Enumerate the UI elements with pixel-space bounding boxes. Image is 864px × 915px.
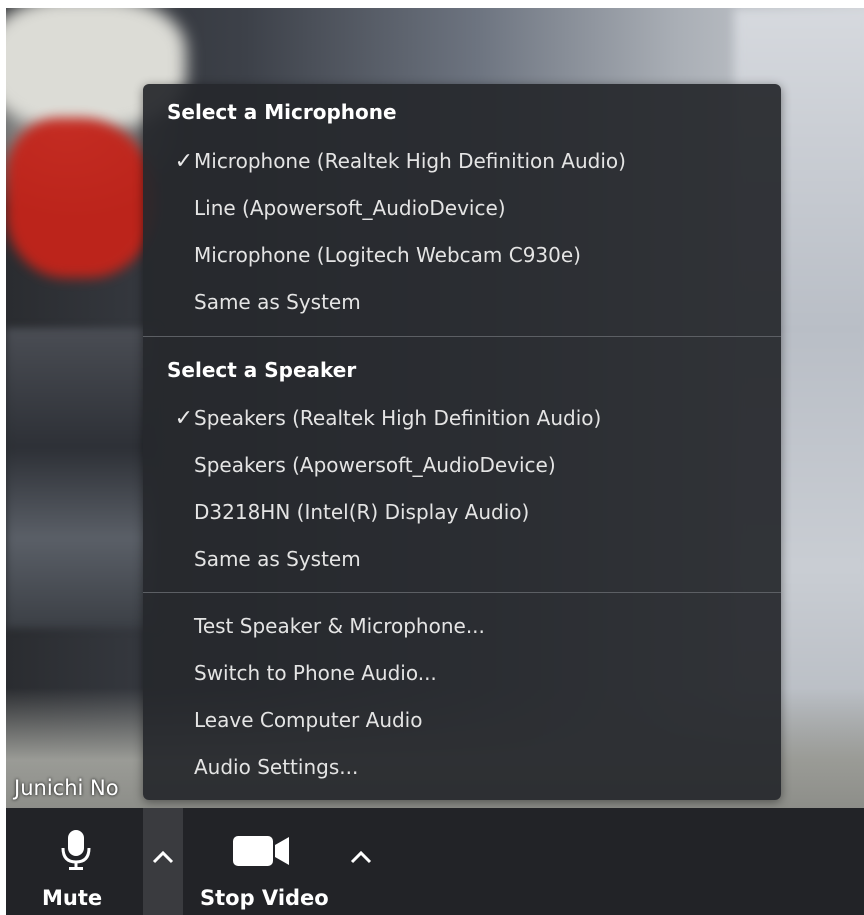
microphone-section-title: Select a Microphone <box>167 100 397 124</box>
speaker-option[interactable]: D3218HN (Intel(R) Display Audio) <box>143 490 781 534</box>
microphone-option[interactable]: Microphone (Logitech Webcam C930e) <box>143 233 781 277</box>
meeting-toolbar: Mute Stop Video <box>6 808 864 915</box>
microphone-icon <box>61 830 91 870</box>
video-background-shape <box>6 118 156 278</box>
microphone-option[interactable]: Line (Apowersoft_AudioDevice) <box>143 186 781 230</box>
video-camera-icon <box>233 836 289 866</box>
speaker-option[interactable]: ✓ Speakers (Realtek High Definition Audi… <box>143 396 781 440</box>
microphone-option-label: Microphone (Logitech Webcam C930e) <box>194 243 581 267</box>
speaker-option-label: D3218HN (Intel(R) Display Audio) <box>194 500 530 524</box>
speaker-option-label: Speakers (Realtek High Definition Audio) <box>194 406 602 430</box>
stop-video-button[interactable]: Stop Video <box>196 808 329 915</box>
microphone-option[interactable]: Same as System <box>143 280 781 324</box>
speaker-option[interactable]: Same as System <box>143 537 781 581</box>
participant-name-label: Junichi No <box>14 776 119 800</box>
speaker-option[interactable]: Speakers (Apowersoft_AudioDevice) <box>143 443 781 487</box>
stop-video-label: Stop Video <box>200 886 329 910</box>
speaker-option-label: Same as System <box>194 547 361 571</box>
audio-options-menu: Select a Microphone ✓ Microphone (Realte… <box>143 84 781 800</box>
check-icon: ✓ <box>174 148 193 174</box>
microphone-option[interactable]: ✓ Microphone (Realtek High Definition Au… <box>143 139 781 183</box>
speaker-section-title: Select a Speaker <box>167 358 357 382</box>
video-options-button[interactable] <box>341 808 381 915</box>
speaker-option-label: Speakers (Apowersoft_AudioDevice) <box>194 453 556 477</box>
microphone-option-label: Line (Apowersoft_AudioDevice) <box>194 196 506 220</box>
switch-to-phone-audio-item[interactable]: Switch to Phone Audio... <box>143 651 781 695</box>
menu-divider <box>143 592 781 593</box>
mute-label: Mute <box>42 886 103 910</box>
mute-button[interactable]: Mute <box>36 808 116 915</box>
chevron-up-icon <box>152 850 174 863</box>
microphone-option-label: Microphone (Realtek High Definition Audi… <box>194 149 626 173</box>
microphone-option-label: Same as System <box>194 290 361 314</box>
test-speaker-microphone-item[interactable]: Test Speaker & Microphone... <box>143 604 781 648</box>
video-background-shape <box>6 328 156 628</box>
leave-computer-audio-item[interactable]: Leave Computer Audio <box>143 698 781 742</box>
menu-divider <box>143 336 781 337</box>
check-icon: ✓ <box>174 405 193 431</box>
audio-settings-item[interactable]: Audio Settings... <box>143 745 781 789</box>
audio-options-button[interactable] <box>143 808 183 915</box>
chevron-up-icon <box>350 850 372 863</box>
